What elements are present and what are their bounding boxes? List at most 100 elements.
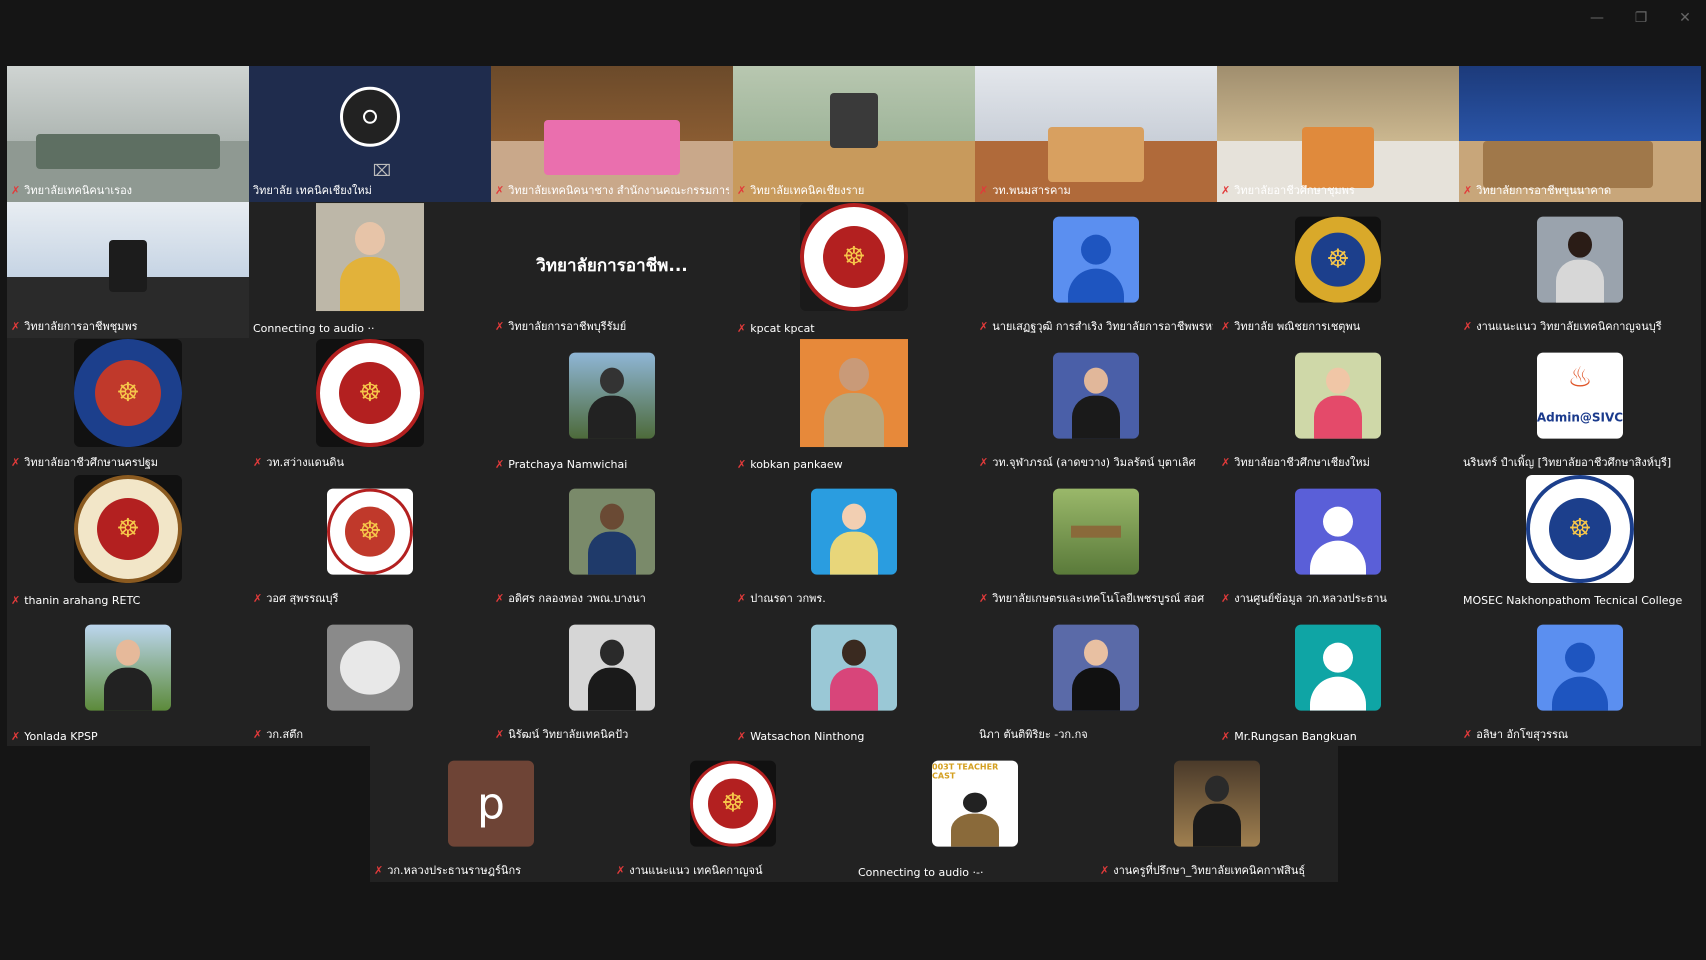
participant-name: วท.จุฬาภรณ์ (ลาดขวาง) วิมลรัตน์ บุตาเลิศ xyxy=(992,456,1196,469)
participant-tile[interactable]: ✗ นิรัฒน์ วิทยาลัยเทคนิคปัว xyxy=(491,610,733,746)
participant-tile[interactable]: ✗ งานครูที่ปรึกษา_วิทยาลัยเทคนิคกาฬสินธุ์ xyxy=(1096,746,1338,882)
avatar xyxy=(327,624,413,711)
participant-tile[interactable]: ✗ งานแนะแนว วิทยาลัยเทคนิคกาญจนบุรี xyxy=(1459,202,1701,338)
avatar xyxy=(327,74,413,160)
muted-mic-icon: ✗ xyxy=(495,591,505,605)
participant-tile[interactable]: ✗ Mr.Rungsan Bangkuan xyxy=(1217,610,1459,746)
muted-mic-icon: ✗ xyxy=(11,319,21,333)
muted-mic-icon: ✗ xyxy=(979,591,989,605)
avatar xyxy=(1053,352,1139,439)
participant-tile[interactable]: ☸ ✗ วิทยาลัย พณิชยการเชตุพน xyxy=(1217,202,1459,338)
participant-name: วิทยาลัยการอาชีพขุนนาคาด xyxy=(1476,184,1612,197)
participant-tile[interactable]: ✗ Watsachon Ninthong xyxy=(733,610,975,746)
participant-tile[interactable]: นิภา ตันติพิริยะ -วก.กจ xyxy=(975,610,1217,746)
avatar: 003T TEACHER CAST xyxy=(932,760,1018,847)
participant-tile[interactable]: ✗ วก.สตึก xyxy=(249,610,491,746)
avatar xyxy=(1537,624,1623,711)
college-seal-icon: ☸ xyxy=(1526,475,1634,584)
muted-mic-icon: ✗ xyxy=(253,455,263,469)
avatar: ☸ xyxy=(74,475,182,584)
muted-mic-icon: ✗ xyxy=(737,730,747,743)
participant-name: วิทยาลัยเทคนิคนาเรอง xyxy=(24,184,133,197)
avatar: ☸ xyxy=(1295,216,1381,303)
avatar xyxy=(1295,624,1381,711)
muted-mic-icon: ✗ xyxy=(1221,319,1231,333)
participant-tile[interactable]: ✗ อดิศร กลองทอง วพณ.บางนา xyxy=(491,474,733,610)
participant-tile[interactable]: ✗ วิทยาลัยอาชีวศึกษาชุมพร xyxy=(1217,66,1459,202)
participant-display-name: วิทยาลัยการอาชีพ... xyxy=(536,256,688,276)
participant-tile[interactable]: ✗ วิทยาลัยเกษตรและเทคโนโลยีเพชรบูรณ์ สอศ xyxy=(975,474,1217,610)
participant-tile[interactable]: ✗วิทยาลัยเทคนิคนาชาง สำนักงานคณะกรรมการก… xyxy=(491,66,733,202)
participant-tile[interactable]: ☸ MOSEC Nakhonpathom Tecnical College xyxy=(1459,474,1701,610)
college-seal-icon: ☸ xyxy=(316,339,424,448)
restore-button[interactable]: ❐ xyxy=(1634,6,1648,30)
participant-tile[interactable]: ✗ วิทยาลัยเทคนิคเชียงราย xyxy=(733,66,975,202)
participant-name: นิรัฒน์ วิทยาลัยเทคนิคปัว xyxy=(508,728,629,741)
participant-name: วิทยาลัยเกษตรและเทคโนโลยีเพชรบูรณ์ สอศ xyxy=(992,592,1205,605)
muted-mic-icon: ✗ xyxy=(979,319,989,333)
participant-tile[interactable]: ♨ Admin@SIVC นรินทร์ ปำเพิ้ญ [วิทยาลัยอา… xyxy=(1459,338,1701,474)
participant-tile[interactable]: ✗ งานศูนย์ข้อมูล วก.หลวงประธาน xyxy=(1217,474,1459,610)
minimize-button[interactable]: — xyxy=(1590,6,1604,30)
avatar xyxy=(1053,624,1139,711)
participant-name: วิทยาลัย พณิชยการเชตุพน xyxy=(1234,320,1361,333)
participant-name: Watsachon Ninthong xyxy=(750,730,865,743)
participant-name: วิทยาลัยอาชีวศึกษาเชียงใหม่ xyxy=(1234,456,1370,469)
participant-name: นายเสฏฐวุฒิ การสำเริง วิทยาลัยการอาชีพพร… xyxy=(992,320,1213,333)
participant-tile[interactable]: 003T TEACHER CAST Connecting to audio ·-… xyxy=(854,746,1096,882)
participant-tile[interactable]: p ✗ วก.หลวงประธานราษฎร์นิกร xyxy=(370,746,612,882)
participant-tile[interactable]: วิทยาลัยการอาชีพ... ✗ วิทยาลัยการอาชีพบุร… xyxy=(491,202,733,338)
college-seal-icon: ☸ xyxy=(327,488,413,575)
participant-tile[interactable]: ✗ วิทยาลัยการอาชีพชุมพร xyxy=(7,202,249,338)
avatar: ☸ xyxy=(327,488,413,575)
participant-tile[interactable]: ☸ ✗ วิทยาลัยอาชีวศึกษานครปฐม xyxy=(7,338,249,474)
avatar xyxy=(1295,488,1381,575)
participant-tile[interactable]: ✗ วท.พนมสารคาม xyxy=(975,66,1217,202)
avatar xyxy=(1174,760,1260,847)
muted-mic-icon: ✗ xyxy=(495,183,505,197)
participant-tile[interactable]: ✗ วิทยาลัยการอาชีพขุนนาคาด xyxy=(1459,66,1701,202)
participant-name: อดิศร กลองทอง วพณ.บางนา xyxy=(508,592,646,605)
participant-tile[interactable]: ☸ ✗ งานแนะแนว เทคนิคกาญจน์ xyxy=(612,746,854,882)
participant-name: งานแนะแนว เทคนิคกาญจน์ xyxy=(629,864,763,877)
muted-mic-icon: ✗ xyxy=(11,730,21,743)
muted-mic-icon: ✗ xyxy=(1463,319,1473,333)
muted-mic-icon: ✗ xyxy=(1221,183,1231,197)
participant-tile[interactable]: ✗ Yonlada KPSP xyxy=(7,610,249,746)
muted-mic-icon: ✗ xyxy=(374,863,384,877)
muted-mic-icon: ✗ xyxy=(1221,455,1231,469)
participant-tile[interactable]: ✗ อลิษา อักโขสุวรรณ xyxy=(1459,610,1701,746)
gallery-row: ☸ ✗ thanin arahang RETC ☸ ✗ วอศ สุพรรณบุรี… xyxy=(7,474,1701,610)
participant-name: วก.หลวงประธานราษฎร์นิกร xyxy=(387,864,522,877)
participant-name: kobkan pankaew xyxy=(750,458,843,471)
participant-tile[interactable]: ☸ ✗ kpcat kpcat xyxy=(733,202,975,338)
college-seal-icon: ☸ xyxy=(800,203,908,312)
participant-tile[interactable]: ☸ ✗ วอศ สุพรรณบุรี xyxy=(249,474,491,610)
muted-mic-icon: ✗ xyxy=(253,591,263,605)
participant-tile[interactable]: ✗ Pratchaya Namwichai xyxy=(491,338,733,474)
college-seal-icon: ☸ xyxy=(1295,216,1381,303)
participant-name: อลิษา อักโขสุวรรณ xyxy=(1476,728,1569,741)
participant-tile[interactable]: ☸ ✗ thanin arahang RETC xyxy=(7,474,249,610)
participant-tile[interactable]: ✗ ปาณรดา วกพร. xyxy=(733,474,975,610)
cat-photo-icon xyxy=(340,640,400,695)
avatar xyxy=(85,624,171,711)
participant-tile[interactable]: ✗ วิทยาลัยอาชีวศึกษาเชียงใหม่ xyxy=(1217,338,1459,474)
participant-tile[interactable]: ✗ นายเสฏฐวุฒิ การสำเริง วิทยาลัยการอาชีพพ… xyxy=(975,202,1217,338)
participant-tile[interactable]: ☸ ✗ วท.สว่างแดนดิน xyxy=(249,338,491,474)
muted-mic-icon: ✗ xyxy=(11,455,21,469)
participant-name: วิทยาลัยการอาชีพชุมพร xyxy=(24,320,138,333)
avatar: ☸ xyxy=(74,339,182,448)
participant-tile[interactable]: ⌧ วิทยาลัย เทคนิคเชียงใหม่ xyxy=(249,66,491,202)
close-button[interactable]: ✕ xyxy=(1678,6,1692,30)
avatar xyxy=(1053,216,1139,303)
muted-mic-icon: ✗ xyxy=(1221,730,1231,743)
participant-tile[interactable]: ✗ วท.จุฬาภรณ์ (ลาดขวาง) วิมลรัตน์ บุตาเลิ… xyxy=(975,338,1217,474)
muted-mic-icon: ✗ xyxy=(737,591,747,605)
participant-tile[interactable]: Connecting to audio ·· xyxy=(249,202,491,338)
participant-name: วิทยาลัยเทคนิคเชียงราย xyxy=(750,184,865,197)
gallery-row: p ✗ วก.หลวงประธานราษฎร์นิกร ☸ ✗ งานแนะแนว … xyxy=(370,746,1338,882)
participant-tile[interactable]: ✗ วิทยาลัยเทคนิคนาเรอง xyxy=(7,66,249,202)
participant-name: วิทยาลัย เทคนิคเชียงใหม่ xyxy=(253,184,372,197)
participant-tile[interactable]: ✗ kobkan pankaew xyxy=(733,338,975,474)
